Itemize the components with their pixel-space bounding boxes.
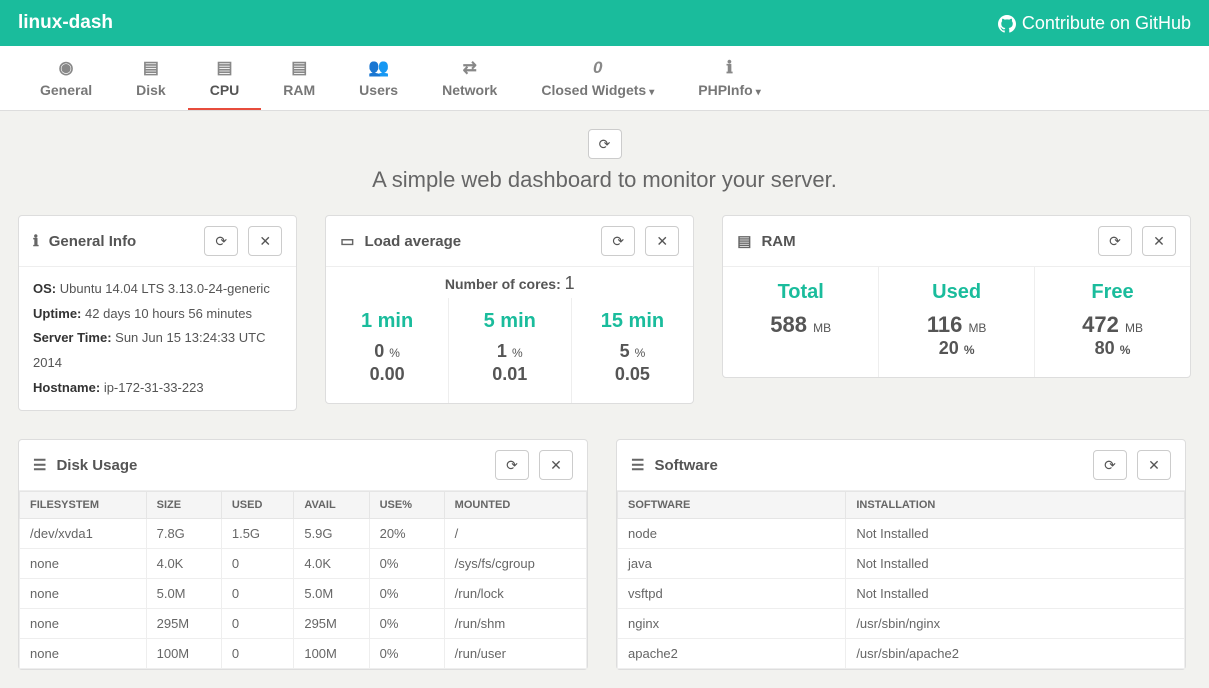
card-ram: ▤RAM ⟳ ✕ Total 588 MB Used 116 MB 20 % F… <box>722 215 1191 378</box>
close-button[interactable]: ✕ <box>645 226 679 256</box>
tab-closed-widgets[interactable]: 0Closed Widgets▾ <box>519 46 676 110</box>
close-icon: ✕ <box>1153 233 1165 250</box>
col-header: SIZE <box>146 492 221 519</box>
tab-network[interactable]: ⇄Network <box>420 46 519 110</box>
topbar: linux-dash Contribute on GitHub <box>0 0 1209 46</box>
table-row: none295M0295M0%/run/shm <box>20 609 587 639</box>
close-button[interactable]: ✕ <box>539 450 573 480</box>
col-header: USED <box>221 492 293 519</box>
tab-cpu[interactable]: ▤CPU <box>188 46 262 110</box>
col-header: INSTALLATION <box>846 492 1185 519</box>
ram-total: Total 588 MB <box>723 267 879 377</box>
table-row: vsftpdNot Installed <box>618 579 1185 609</box>
laptop-icon: ▭ <box>340 232 354 250</box>
table-row: none100M0100M0%/run/user <box>20 639 587 669</box>
refresh-button[interactable]: ⟳ <box>1093 450 1127 480</box>
table-row: /dev/xvda17.8G1.5G5.9G20%/ <box>20 519 587 549</box>
load-col-1min: 1 min 0 % 0.00 <box>326 298 449 403</box>
close-button[interactable]: ✕ <box>1137 450 1171 480</box>
card-general-info: ℹGeneral Info ⟳ ✕ OS: Ubuntu 14.04 LTS 3… <box>18 215 297 411</box>
software-table: SOFTWAREINSTALLATION nodeNot Installedja… <box>617 491 1185 669</box>
col-header: AVAIL <box>294 492 369 519</box>
cpu-icon: ▤ <box>210 58 240 78</box>
global-refresh-button[interactable]: ⟳ <box>588 129 622 159</box>
card-disk-usage: ☰Disk Usage ⟳ ✕ FILESYSTEMSIZEUSEDAVAILU… <box>18 439 588 670</box>
close-icon: ✕ <box>259 233 271 250</box>
tab-general[interactable]: ◉General <box>18 46 114 110</box>
dashboard-icon: ◉ <box>40 58 92 78</box>
col-header: SOFTWARE <box>618 492 846 519</box>
table-row: javaNot Installed <box>618 549 1185 579</box>
ram-icon: ▤ <box>737 232 751 250</box>
refresh-icon: ⟳ <box>1109 233 1121 250</box>
refresh-button[interactable]: ⟳ <box>204 226 238 256</box>
refresh-button[interactable]: ⟳ <box>495 450 529 480</box>
refresh-icon: ⟳ <box>612 233 624 250</box>
col-header: FILESYSTEM <box>20 492 147 519</box>
card-load-average: ▭Load average ⟳ ✕ Number of cores: 1 1 m… <box>325 215 694 404</box>
chevron-down-icon: ▾ <box>756 87 761 98</box>
table-row: apache2/usr/sbin/apache2 <box>618 639 1185 669</box>
brand: linux-dash <box>18 12 113 34</box>
card-software: ☰Software ⟳ ✕ SOFTWAREINSTALLATION nodeN… <box>616 439 1186 670</box>
tagline: A simple web dashboard to monitor your s… <box>18 167 1191 193</box>
refresh-icon: ⟳ <box>1104 457 1116 474</box>
chevron-down-icon: ▾ <box>649 87 654 98</box>
refresh-icon: ⟳ <box>506 457 518 474</box>
table-row: none5.0M05.0M0%/run/lock <box>20 579 587 609</box>
table-row: none4.0K04.0K0%/sys/fs/cgroup <box>20 549 587 579</box>
close-icon: ✕ <box>656 233 668 250</box>
list-icon: ☰ <box>631 456 644 474</box>
widgets-icon: 0 <box>541 58 654 78</box>
refresh-icon: ⟳ <box>599 136 611 153</box>
load-col-15min: 15 min 5 % 0.05 <box>572 298 694 403</box>
disk-icon: ▤ <box>136 58 166 78</box>
close-icon: ✕ <box>1148 457 1160 474</box>
tab-ram[interactable]: ▤RAM <box>261 46 337 110</box>
ram-free: Free 472 MB 80 % <box>1035 267 1190 377</box>
col-header: MOUNTED <box>444 492 586 519</box>
refresh-button[interactable]: ⟳ <box>1098 226 1132 256</box>
refresh-icon: ⟳ <box>215 233 227 250</box>
table-row: nodeNot Installed <box>618 519 1185 549</box>
close-button[interactable]: ✕ <box>1142 226 1176 256</box>
github-icon <box>998 13 1016 34</box>
close-icon: ✕ <box>550 457 562 474</box>
close-button[interactable]: ✕ <box>248 226 282 256</box>
col-header: USE% <box>369 492 444 519</box>
ram-icon: ▤ <box>283 58 315 78</box>
disk-table: FILESYSTEMSIZEUSEDAVAILUSE%MOUNTED /dev/… <box>19 491 587 669</box>
tab-users[interactable]: 👥Users <box>337 46 420 110</box>
ram-used: Used 116 MB 20 % <box>879 267 1035 377</box>
github-link[interactable]: Contribute on GitHub <box>998 13 1191 34</box>
load-col-5min: 5 min 1 % 0.01 <box>449 298 572 403</box>
network-icon: ⇄ <box>442 58 497 78</box>
refresh-button[interactable]: ⟳ <box>601 226 635 256</box>
list-icon: ☰ <box>33 456 46 474</box>
info-icon: ℹ <box>698 58 760 78</box>
info-icon: ℹ <box>33 232 39 250</box>
tab-disk[interactable]: ▤Disk <box>114 46 188 110</box>
tab-phpinfo[interactable]: ℹPHPInfo▾ <box>676 46 782 110</box>
table-row: nginx/usr/sbin/nginx <box>618 609 1185 639</box>
nav-tabs: ◉General ▤Disk ▤CPU ▤RAM 👥Users ⇄Network… <box>0 46 1209 111</box>
users-icon: 👥 <box>359 58 398 78</box>
